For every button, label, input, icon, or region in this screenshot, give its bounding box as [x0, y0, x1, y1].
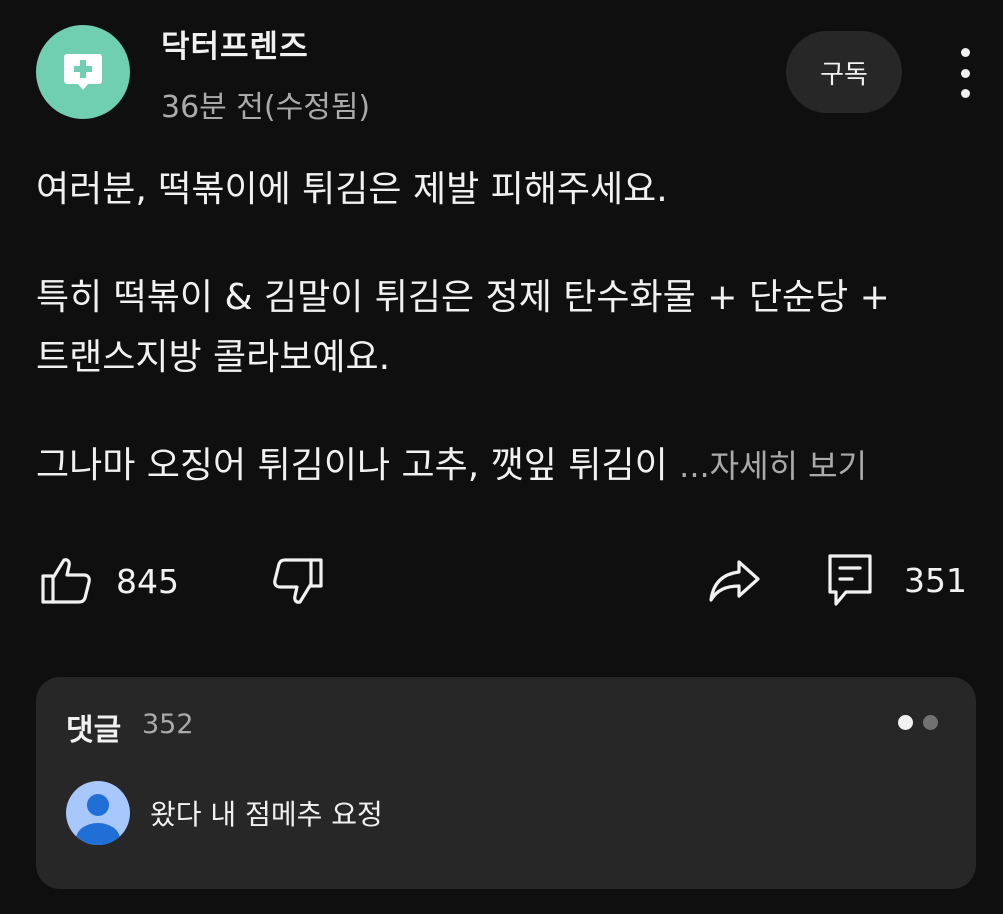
read-more-link[interactable]: ...자세히 보기 — [679, 447, 867, 485]
share-icon — [709, 560, 760, 602]
channel-avatar[interactable] — [36, 25, 130, 119]
comment-icon — [828, 554, 872, 606]
commenter-avatar[interactable] — [66, 781, 130, 845]
subscribe-button[interactable]: 구독 — [786, 31, 902, 113]
like-count: 845 — [116, 561, 179, 601]
post-page: 닥터프렌즈 36분 전(수정됨) 구독 여러분, 떡볶이에 튀김은 제발 피해주… — [0, 0, 1003, 914]
post-body[interactable]: 여러분, 떡볶이에 튀김은 제발 피해주세요. 특히 떡볶이 & 김말이 튀김은… — [36, 160, 976, 496]
comments-count: 352 — [142, 709, 194, 740]
more-dot — [960, 89, 970, 98]
more-dot — [960, 48, 970, 57]
medical-cross-icon — [64, 54, 102, 90]
user-icon — [76, 794, 120, 845]
like-button[interactable]: 845 — [40, 556, 179, 606]
post-line: 트랜스지방 콜라보예요. — [36, 337, 391, 378]
comments-card[interactable]: 댓글 352 왔다 내 점메추 요정 — [36, 677, 976, 889]
carousel-indicator — [898, 715, 938, 730]
post-line: 그나마 오징어 튀김이나 고추, 깻잎 튀김이 ...자세히 보기 — [36, 436, 976, 496]
post-line: 여러분, 떡볶이에 튀김은 제발 피해주세요. — [36, 169, 668, 210]
more-options-icon[interactable] — [945, 48, 985, 98]
comment-count: 351 — [904, 560, 967, 600]
post-line: 특히 떡볶이 & 김말이 튀김은 정제 탄수화물 + 단순당 + — [36, 277, 890, 318]
comments-button[interactable]: 351 — [826, 552, 967, 608]
dislike-button[interactable] — [272, 556, 324, 606]
carousel-dot — [923, 715, 938, 730]
channel-name[interactable]: 닥터프렌즈 — [161, 21, 309, 66]
share-button[interactable] — [708, 556, 762, 604]
comments-title: 댓글 — [66, 713, 122, 748]
thumbs-down-icon — [273, 558, 323, 604]
post-line-text: 그나마 오징어 튀김이나 고추, 깻잎 튀김이 — [36, 445, 680, 486]
thumbs-up-icon — [41, 558, 91, 604]
carousel-dot-active — [898, 715, 913, 730]
more-dot — [960, 68, 970, 78]
post-timestamp: 36분 전(수정됨) — [161, 90, 371, 125]
top-comment-text: 왔다 내 점메추 요정 — [150, 798, 383, 831]
